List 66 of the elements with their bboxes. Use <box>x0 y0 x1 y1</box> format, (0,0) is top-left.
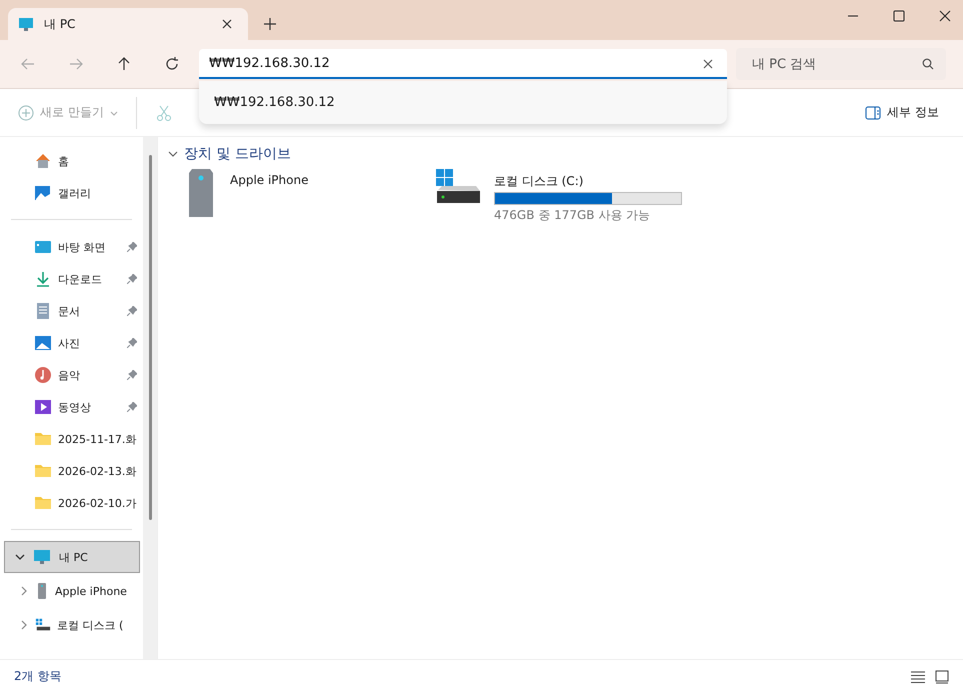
caret-icon <box>110 108 118 116</box>
pin-icon[interactable] <box>127 338 137 348</box>
pin-icon[interactable] <box>127 242 137 252</box>
refresh-icon[interactable] <box>164 56 180 72</box>
sidebar-item[interactable]: 문서 <box>0 295 143 327</box>
pin-icon[interactable] <box>127 402 137 412</box>
tree-item[interactable]: 로컬 디스크 ( <box>4 609 143 641</box>
sidebar-item[interactable]: 2025-11-17.화 <box>0 423 143 455</box>
close-icon[interactable] <box>222 19 232 29</box>
drive-icon <box>35 617 51 633</box>
forward-arrow-icon[interactable] <box>68 56 84 72</box>
image-icon <box>34 334 52 352</box>
list-view-icon[interactable] <box>911 670 925 682</box>
document-icon <box>34 302 52 320</box>
image-icon <box>34 184 52 202</box>
drive-icon[interactable] <box>436 169 480 205</box>
monitor-icon <box>18 16 34 32</box>
search-icon <box>922 58 934 70</box>
folder-icon <box>34 430 52 448</box>
maximize-icon[interactable] <box>893 10 905 22</box>
suggestion-item[interactable]: ₩₩192.168.30.12 <box>199 89 727 116</box>
monitor-icon <box>33 548 51 566</box>
sidebar-item[interactable]: 사진 <box>0 327 143 359</box>
tile-view-icon[interactable] <box>935 670 949 684</box>
sidebar-item[interactable]: 음악 <box>0 359 143 391</box>
sidebar-item[interactable]: 동영상 <box>0 391 143 423</box>
tree-item[interactable]: 내 PC <box>4 541 140 573</box>
sidebar-item[interactable]: 2026-02-13.화 <box>0 455 143 487</box>
close-icon[interactable] <box>939 10 951 22</box>
item-name[interactable]: 로컬 디스크 (C:) <box>494 169 682 190</box>
address-field[interactable]: ₩₩192.168.30.12 <box>199 49 727 79</box>
plus-circle-icon <box>18 104 34 120</box>
sidebar-item[interactable]: 갤러리 <box>0 177 143 209</box>
item-count: 2개 항목 <box>14 668 62 685</box>
music-note-icon <box>34 366 52 384</box>
pin-icon[interactable] <box>127 306 137 316</box>
pin-icon[interactable] <box>127 370 137 380</box>
folder-icon <box>34 462 52 480</box>
house-icon <box>34 152 52 170</box>
panel-icon <box>865 106 882 120</box>
chevron-icon <box>168 149 178 159</box>
item-name[interactable]: Apple iPhone <box>230 169 308 224</box>
search-field[interactable]: 내 PC 검색 <box>736 48 946 80</box>
download-icon <box>34 270 52 288</box>
scissors-icon[interactable] <box>154 104 173 122</box>
sidebar-item[interactable]: 2026-02-10.가 <box>0 487 143 519</box>
clear-icon[interactable] <box>703 59 713 69</box>
sidebar-item[interactable]: 다운로드 <box>0 263 143 295</box>
video-icon <box>34 398 52 416</box>
desktop-icon <box>34 238 52 256</box>
back-arrow-icon[interactable] <box>20 56 36 72</box>
sidebar-item[interactable]: 바탕 화면 <box>0 231 143 263</box>
plus-icon[interactable] <box>264 18 276 30</box>
tree-item[interactable]: Apple iPhone <box>4 575 143 607</box>
folder-icon <box>34 494 52 512</box>
details-button[interactable]: 세부 정보 <box>865 104 939 121</box>
tab[interactable]: 내 PC <box>8 8 248 40</box>
sidebar-item[interactable]: 홈 <box>0 145 143 177</box>
scrollbar[interactable] <box>143 137 157 659</box>
chevron-icon[interactable] <box>15 552 25 562</box>
pin-icon[interactable] <box>127 274 137 284</box>
up-arrow-icon[interactable] <box>116 56 132 72</box>
device-icon[interactable] <box>186 169 216 217</box>
group-header[interactable]: 장치 및 드라이브 <box>168 145 291 163</box>
usage-caption: 476GB 중 177GB 사용 가능 <box>494 207 652 224</box>
device-icon <box>35 582 49 600</box>
